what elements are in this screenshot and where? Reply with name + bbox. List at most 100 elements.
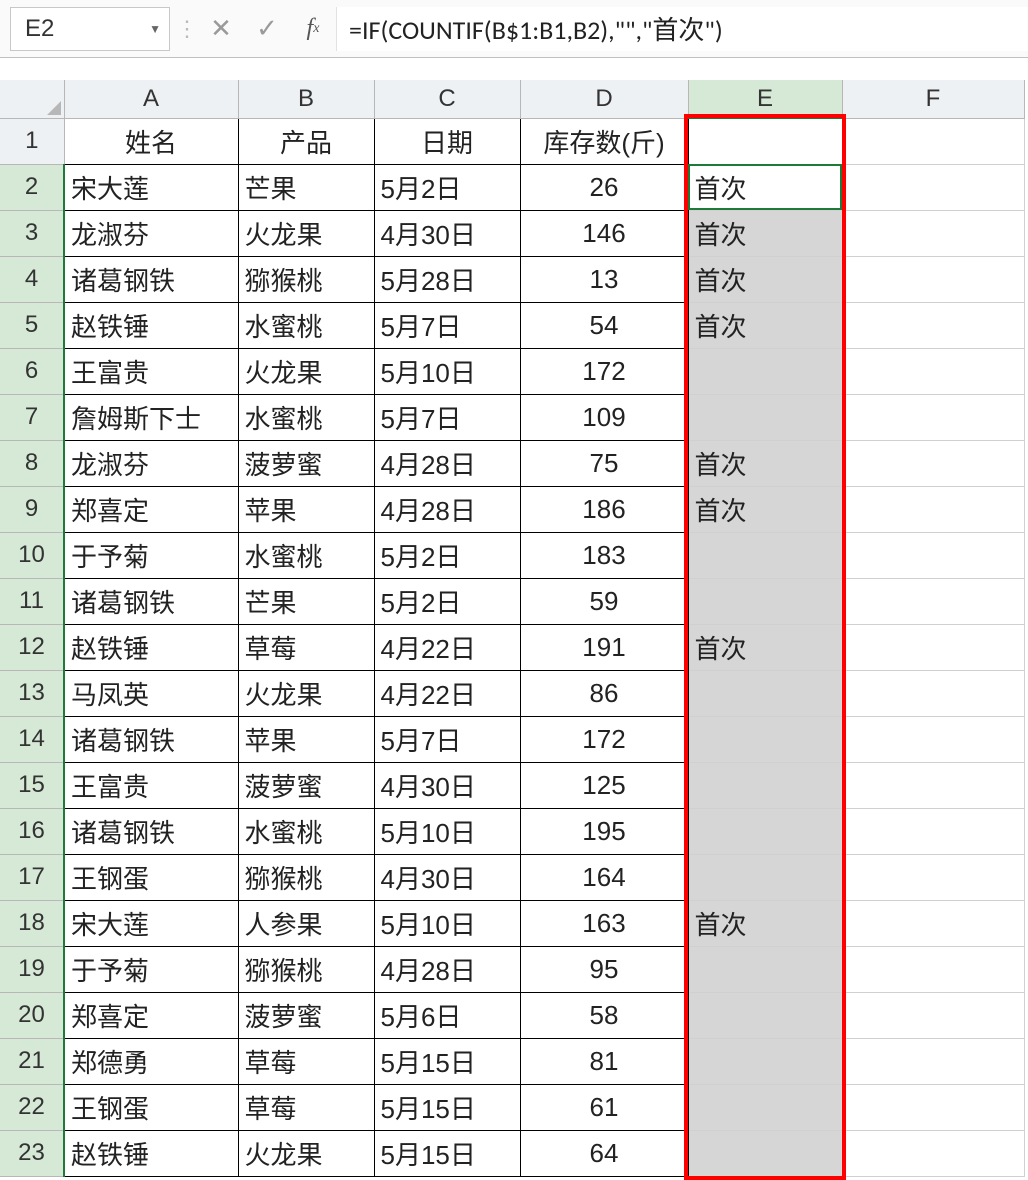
cell[interactable]: 苹果 — [238, 486, 374, 532]
row-header-21[interactable]: 21 — [0, 1038, 64, 1084]
cell[interactable]: 郑德勇 — [64, 1038, 238, 1084]
cell[interactable]: 詹姆斯下士 — [64, 394, 238, 440]
cell-F22[interactable] — [842, 1084, 1024, 1130]
cell-E2[interactable]: 首次 — [688, 164, 842, 210]
cell[interactable]: 5月7日 — [374, 302, 520, 348]
cancel-icon[interactable]: ✕ — [198, 7, 244, 51]
cell-E4[interactable]: 首次 — [688, 256, 842, 302]
row-header-1[interactable]: 1 — [0, 118, 64, 164]
cell-F3[interactable] — [842, 210, 1024, 256]
cell-F6[interactable] — [842, 348, 1024, 394]
row-header-19[interactable]: 19 — [0, 946, 64, 992]
col-header-B[interactable]: B — [238, 80, 374, 118]
cell[interactable]: 5月6日 — [374, 992, 520, 1038]
cell-E14[interactable] — [688, 716, 842, 762]
row-header-20[interactable]: 20 — [0, 992, 64, 1038]
cell-F8[interactable] — [842, 440, 1024, 486]
cell-F12[interactable] — [842, 624, 1024, 670]
name-box[interactable]: E2 ▼ — [10, 7, 170, 51]
cell[interactable]: 诸葛钢铁 — [64, 808, 238, 854]
cell[interactable]: 191 — [520, 624, 688, 670]
cell-F19[interactable] — [842, 946, 1024, 992]
cell[interactable]: 人参果 — [238, 900, 374, 946]
cell[interactable]: 4月28日 — [374, 486, 520, 532]
cell-E15[interactable] — [688, 762, 842, 808]
cell-F11[interactable] — [842, 578, 1024, 624]
cell-E16[interactable] — [688, 808, 842, 854]
cell[interactable]: 186 — [520, 486, 688, 532]
cell-F9[interactable] — [842, 486, 1024, 532]
cell-F10[interactable] — [842, 532, 1024, 578]
cell[interactable]: 菠萝蜜 — [238, 440, 374, 486]
cell[interactable]: 4月22日 — [374, 670, 520, 716]
col-header-F[interactable]: F — [842, 80, 1024, 118]
cell-E7[interactable] — [688, 394, 842, 440]
cell[interactable]: 183 — [520, 532, 688, 578]
col-header-A[interactable]: A — [64, 80, 238, 118]
cell[interactable]: 草莓 — [238, 1038, 374, 1084]
table-header[interactable]: 库存数(斤) — [520, 118, 688, 164]
cell[interactable]: 草莓 — [238, 624, 374, 670]
cell-E11[interactable] — [688, 578, 842, 624]
cell[interactable]: 王富贵 — [64, 762, 238, 808]
cell[interactable]: 5月15日 — [374, 1130, 520, 1176]
table-header[interactable]: 产品 — [238, 118, 374, 164]
cell[interactable]: 龙淑芬 — [64, 210, 238, 256]
row-header-5[interactable]: 5 — [0, 302, 64, 348]
cell-F21[interactable] — [842, 1038, 1024, 1084]
cell[interactable]: 于予菊 — [64, 946, 238, 992]
fx-icon[interactable]: fx — [290, 7, 336, 51]
row-header-2[interactable]: 2 — [0, 164, 64, 210]
cell[interactable]: 61 — [520, 1084, 688, 1130]
cell[interactable]: 13 — [520, 256, 688, 302]
cell[interactable]: 马凤英 — [64, 670, 238, 716]
row-header-16[interactable]: 16 — [0, 808, 64, 854]
formula-input[interactable]: =IF(COUNTIF(B$1:B1,B2),"","首次") — [336, 7, 1028, 51]
cell[interactable]: 菠萝蜜 — [238, 762, 374, 808]
cell[interactable]: 赵铁锤 — [64, 624, 238, 670]
cell[interactable]: 水蜜桃 — [238, 808, 374, 854]
cell[interactable]: 4月22日 — [374, 624, 520, 670]
row-header-7[interactable]: 7 — [0, 394, 64, 440]
cell[interactable]: 龙淑芬 — [64, 440, 238, 486]
cell[interactable]: 5月2日 — [374, 164, 520, 210]
cell[interactable]: 宋大莲 — [64, 164, 238, 210]
cell-E1[interactable] — [688, 118, 842, 164]
cell[interactable]: 王富贵 — [64, 348, 238, 394]
cell[interactable]: 172 — [520, 348, 688, 394]
row-header-22[interactable]: 22 — [0, 1084, 64, 1130]
row-header-9[interactable]: 9 — [0, 486, 64, 532]
cell[interactable]: 火龙果 — [238, 1130, 374, 1176]
cell[interactable]: 诸葛钢铁 — [64, 716, 238, 762]
cell[interactable]: 猕猴桃 — [238, 854, 374, 900]
row-header-8[interactable]: 8 — [0, 440, 64, 486]
cell[interactable]: 芒果 — [238, 578, 374, 624]
row-header-17[interactable]: 17 — [0, 854, 64, 900]
cell[interactable]: 5月7日 — [374, 394, 520, 440]
cell[interactable]: 95 — [520, 946, 688, 992]
cell[interactable]: 郑喜定 — [64, 486, 238, 532]
cell[interactable]: 164 — [520, 854, 688, 900]
row-header-14[interactable]: 14 — [0, 716, 64, 762]
cell[interactable]: 86 — [520, 670, 688, 716]
row-header-11[interactable]: 11 — [0, 578, 64, 624]
cell[interactable]: 59 — [520, 578, 688, 624]
enter-icon[interactable]: ✓ — [244, 7, 290, 51]
col-header-C[interactable]: C — [374, 80, 520, 118]
cell-E21[interactable] — [688, 1038, 842, 1084]
cell-E20[interactable] — [688, 992, 842, 1038]
cell-E6[interactable] — [688, 348, 842, 394]
cell[interactable]: 5月10日 — [374, 348, 520, 394]
cell[interactable]: 火龙果 — [238, 210, 374, 256]
cell[interactable]: 诸葛钢铁 — [64, 578, 238, 624]
row-header-4[interactable]: 4 — [0, 256, 64, 302]
cell[interactable]: 火龙果 — [238, 348, 374, 394]
cell-E17[interactable] — [688, 854, 842, 900]
cell[interactable]: 172 — [520, 716, 688, 762]
cell[interactable]: 4月30日 — [374, 854, 520, 900]
cell-E5[interactable]: 首次 — [688, 302, 842, 348]
cell[interactable]: 郑喜定 — [64, 992, 238, 1038]
cell[interactable]: 75 — [520, 440, 688, 486]
cell-F7[interactable] — [842, 394, 1024, 440]
cell[interactable]: 芒果 — [238, 164, 374, 210]
